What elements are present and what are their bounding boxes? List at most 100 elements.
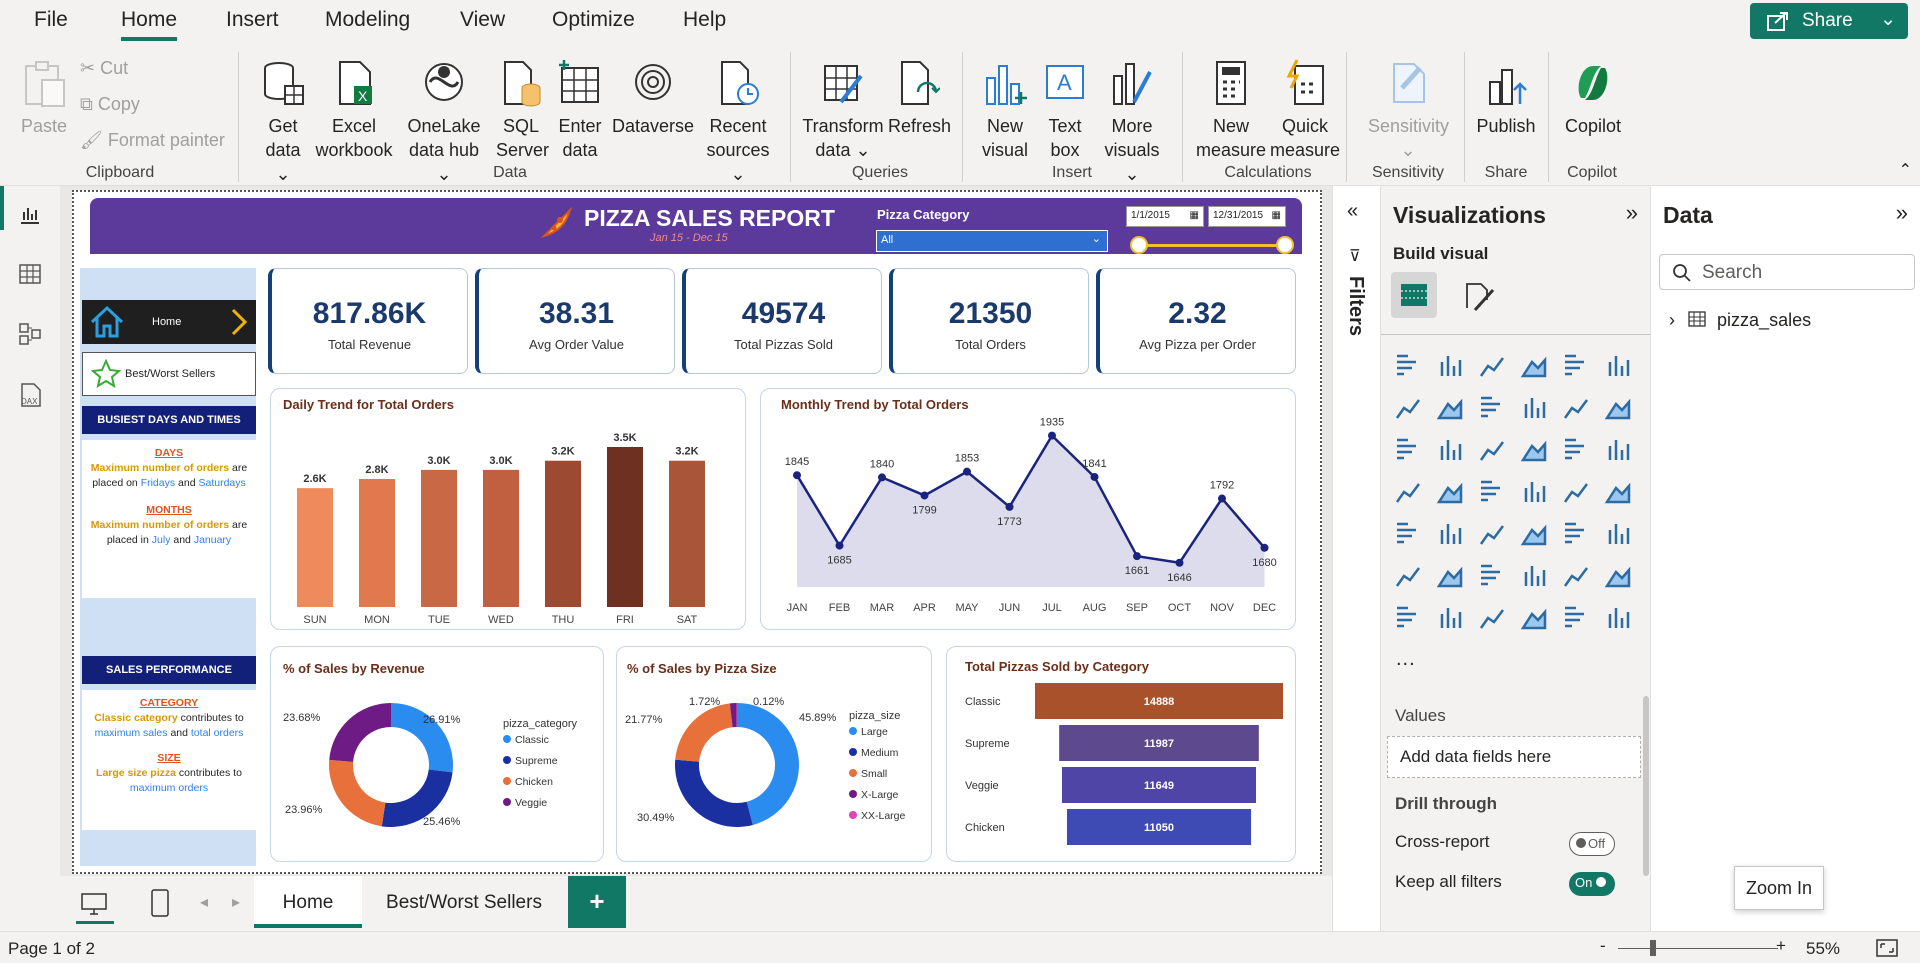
- table-visual-icon[interactable]: [1520, 520, 1548, 548]
- flow-visual-icon[interactable]: [1604, 604, 1632, 632]
- menu-insert[interactable]: Insert: [226, 8, 279, 32]
- treemap-visual-icon[interactable]: [1394, 478, 1422, 506]
- qa-visual-icon[interactable]: [1520, 562, 1548, 590]
- sales-by-size-card[interactable]: % of Sales by Pizza Size 45.89% 30.49% 21.…: [616, 646, 932, 862]
- stacked-area-visual-icon[interactable]: [1478, 394, 1506, 422]
- goals-visual-icon[interactable]: [1604, 562, 1632, 590]
- kpi-total-pizzas-sold[interactable]: 49574 Total Pizzas Sold: [682, 268, 882, 374]
- table-view-icon[interactable]: [18, 262, 42, 286]
- stacked-column-visual-icon[interactable]: [1436, 352, 1464, 380]
- filled-map-visual-icon[interactable]: [1478, 478, 1506, 506]
- copilot-button[interactable]: Copilot: [1560, 58, 1626, 138]
- sensitivity-button[interactable]: Sensitivity ⌄: [1368, 58, 1449, 162]
- clustered-bar-visual-icon[interactable]: [1478, 352, 1506, 380]
- 100-bar-visual-icon[interactable]: [1562, 352, 1590, 380]
- menu-file[interactable]: File: [34, 8, 68, 32]
- power-automate-visual-icon[interactable]: [1478, 604, 1506, 632]
- zoom-slider-handle[interactable]: [1650, 940, 1656, 956]
- menu-help[interactable]: Help: [683, 8, 726, 32]
- dax-query-icon[interactable]: DAX: [18, 382, 44, 408]
- menu-view[interactable]: View: [460, 8, 505, 32]
- scatter-visual-icon[interactable]: [1520, 436, 1548, 464]
- chevron-double-right-icon[interactable]: »: [1626, 200, 1638, 226]
- report-view-icon[interactable]: [18, 202, 42, 226]
- kpi-total-revenue[interactable]: 817.86K Total Revenue: [268, 268, 468, 374]
- enter-data-button[interactable]: Enter data: [556, 58, 604, 162]
- clustered-column-visual-icon[interactable]: [1520, 352, 1548, 380]
- menu-optimize[interactable]: Optimize: [552, 8, 635, 32]
- waterfall-visual-icon[interactable]: [1562, 394, 1590, 422]
- pie-visual-icon[interactable]: [1562, 436, 1590, 464]
- filters-pane[interactable]: « ⊽ Filters: [1332, 186, 1380, 931]
- line-visual-icon[interactable]: [1394, 394, 1422, 422]
- diamond-visual-icon[interactable]: [1562, 604, 1590, 632]
- decomposition-tree-visual-icon[interactable]: [1478, 562, 1506, 590]
- pizza-category-dropdown[interactable]: All ⌄: [876, 230, 1108, 252]
- quick-measure-button[interactable]: Quick measure: [1270, 58, 1340, 162]
- slicer-visual-icon[interactable]: [1478, 520, 1506, 548]
- collapse-ribbon-icon[interactable]: ⌃: [1899, 160, 1912, 180]
- stacked-bar-visual-icon[interactable]: [1394, 352, 1422, 380]
- share-button[interactable]: Share ⌄: [1750, 3, 1908, 39]
- narrative-visual-icon[interactable]: [1562, 562, 1590, 590]
- text-box-button[interactable]: A Text box: [1040, 58, 1090, 162]
- viz-pane-scrollbar[interactable]: [1643, 696, 1649, 876]
- build-visual-tab[interactable]: [1391, 272, 1437, 318]
- key-influencers-visual-icon[interactable]: [1436, 562, 1464, 590]
- paginated-visual-icon[interactable]: [1394, 604, 1422, 632]
- date-slider-track[interactable]: [1140, 244, 1286, 247]
- kpi-total-orders[interactable]: 21350 Total Orders: [889, 268, 1089, 374]
- kpi-visual-icon[interactable]: [1436, 520, 1464, 548]
- copy-button[interactable]: ⧉ Copy: [80, 94, 140, 115]
- menu-modeling[interactable]: Modeling: [325, 8, 410, 32]
- map-visual-icon[interactable]: [1436, 478, 1464, 506]
- cross-report-toggle[interactable]: Off: [1569, 832, 1615, 856]
- date-slider-end-handle[interactable]: [1276, 236, 1294, 254]
- data-search-box[interactable]: Search: [1659, 254, 1915, 290]
- nav-best-worst-button[interactable]: Best/Worst Sellers: [82, 352, 256, 396]
- get-data-button[interactable]: Get data ⌄: [258, 58, 308, 186]
- area-visual-icon[interactable]: [1436, 394, 1464, 422]
- table-pizza-sales[interactable]: › pizza_sales: [1669, 310, 1811, 331]
- 100-column-visual-icon[interactable]: [1604, 352, 1632, 380]
- tab-scroll-left-icon[interactable]: ◂: [200, 892, 208, 912]
- kpi-avg-order-value[interactable]: 38.31 Avg Order Value: [475, 268, 675, 374]
- desktop-layout-button[interactable]: [76, 888, 114, 924]
- monthly-trend-card[interactable]: Monthly Trend by Total Orders 1845 JAN 168…: [760, 388, 1296, 630]
- mobile-layout-icon[interactable]: [150, 888, 170, 918]
- sales-by-revenue-card[interactable]: % of Sales by Revenue 26.91% 25.46% 23.96%…: [270, 646, 604, 862]
- chevron-double-left-icon[interactable]: «: [1347, 200, 1358, 223]
- cut-button[interactable]: ✂ Cut: [80, 58, 128, 79]
- power-apps-visual-icon[interactable]: [1436, 604, 1464, 632]
- line-column-visual-icon[interactable]: [1604, 394, 1632, 422]
- nav-home-button[interactable]: Home: [82, 300, 256, 344]
- refresh-button[interactable]: Refresh: [888, 58, 951, 138]
- zoom-in-button[interactable]: +: [1776, 936, 1786, 956]
- excel-workbook-button[interactable]: X Excel workbook: [314, 58, 394, 162]
- tab-home[interactable]: Home: [254, 876, 362, 928]
- donut-visual-icon[interactable]: [1604, 436, 1632, 464]
- tab-scroll-right-icon[interactable]: ▸: [232, 892, 240, 912]
- dataverse-button[interactable]: Dataverse: [610, 58, 696, 138]
- combo-visual-icon[interactable]: [1436, 436, 1464, 464]
- matrix-visual-icon[interactable]: [1562, 520, 1590, 548]
- date-start-input[interactable]: 1/1/2015 ▦: [1126, 206, 1204, 227]
- funnel-visual-icon[interactable]: [1478, 436, 1506, 464]
- paste-button[interactable]: Paste: [20, 58, 68, 138]
- format-painter-button[interactable]: 🖌 Format painter: [80, 130, 225, 151]
- model-view-icon[interactable]: [18, 322, 42, 346]
- format-visual-tab[interactable]: [1461, 278, 1497, 319]
- keep-all-filters-toggle[interactable]: On: [1569, 872, 1615, 896]
- add-page-button[interactable]: +: [568, 876, 626, 928]
- pizzas-by-category-card[interactable]: Total Pizzas Sold by Category 14888 Class…: [946, 646, 1296, 862]
- line-clustered-visual-icon[interactable]: [1394, 436, 1422, 464]
- kpi-avg-pizza-per-order[interactable]: 2.32 Avg Pizza per Order: [1096, 268, 1296, 374]
- tab-best-worst-sellers[interactable]: Best/Worst Sellers: [362, 876, 566, 928]
- more-visuals-ellipsis[interactable]: ...: [1396, 648, 1416, 671]
- sql-server-button[interactable]: SQL Server: [496, 58, 549, 162]
- transform-data-button[interactable]: Transform data ⌄: [802, 58, 884, 162]
- zoom-out-button[interactable]: -: [1600, 936, 1606, 956]
- new-visual-button[interactable]: New visual: [980, 58, 1030, 162]
- publish-button[interactable]: Publish: [1474, 58, 1538, 138]
- r-visual-visual-icon[interactable]: [1604, 520, 1632, 548]
